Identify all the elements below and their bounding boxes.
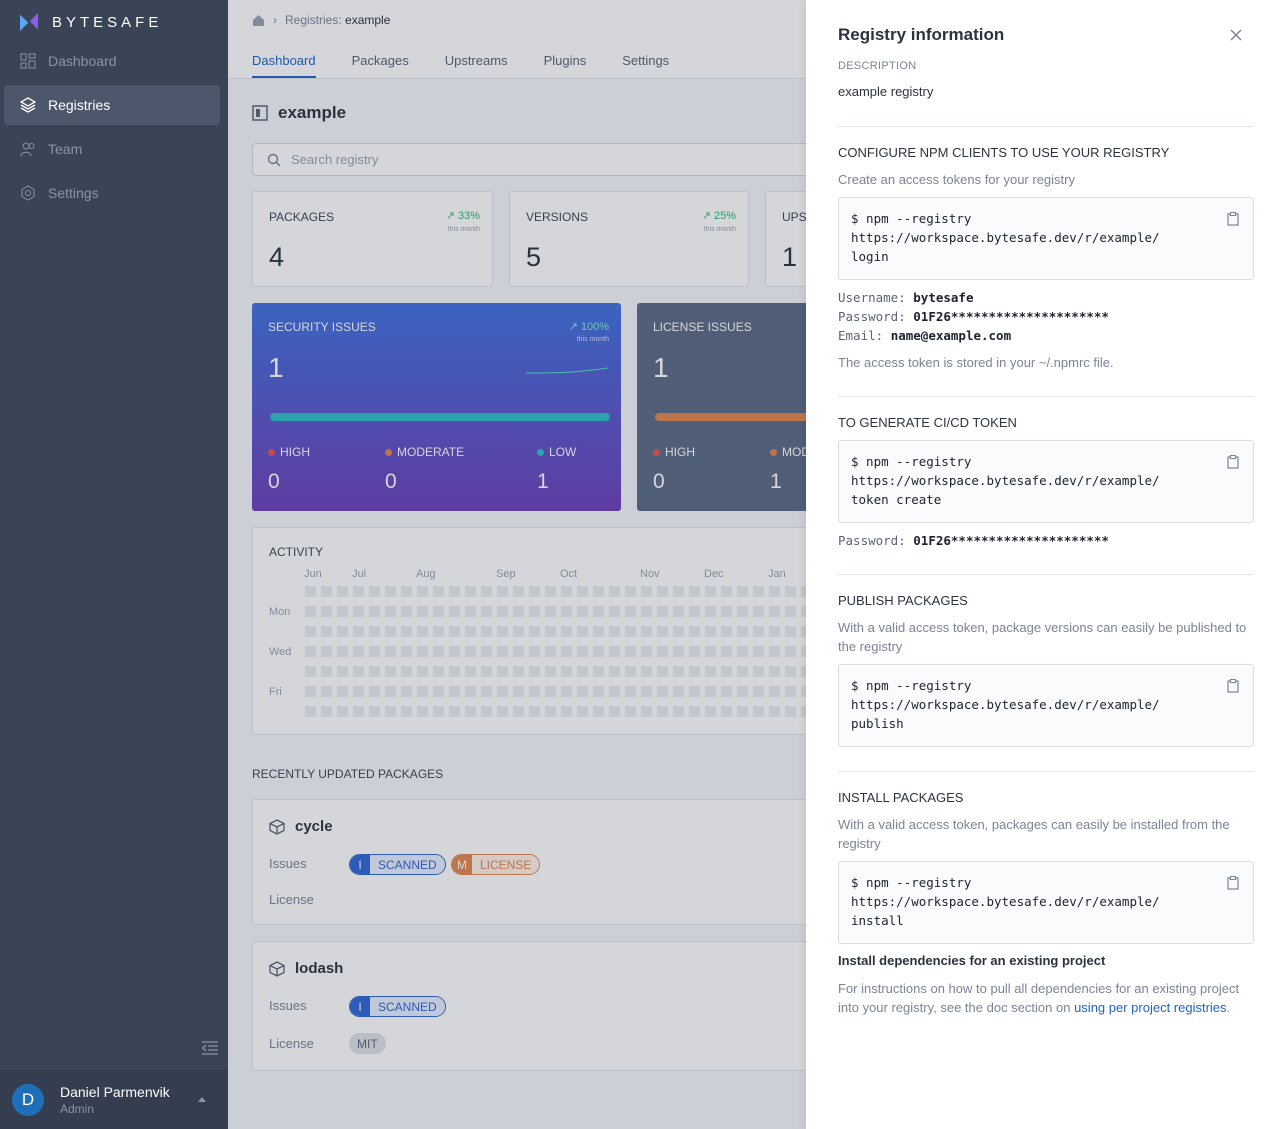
cicd-password-line: Password: 01F26********************* (838, 533, 1109, 548)
per-project-registries-link[interactable]: using per project registries (1074, 1000, 1226, 1015)
install-subtitle: With a valid access token, packages can … (838, 817, 1230, 851)
code-text: $ npm --registry https://workspace.bytes… (851, 875, 1160, 928)
configure-heading: CONFIGURE NPM CLIENTS TO USE YOUR REGIST… (838, 145, 1170, 160)
publish-heading: PUBLISH PACKAGES (838, 593, 968, 608)
configure-subtitle: Create an access tokens for your registr… (838, 172, 1075, 187)
username-line: Username: bytesafe (838, 290, 973, 305)
sidebar: BYTESAFE Dashboard Registries Team Setti… (0, 0, 228, 1129)
registry-info-drawer: Registry information DESCRIPTION example… (806, 0, 1280, 1129)
bytesafe-logo-icon (19, 12, 39, 32)
username-label: Username: (838, 290, 906, 305)
email-value: name@example.com (890, 328, 1012, 343)
avatar: D (12, 1083, 44, 1116)
publish-code-block: $ npm --registry https://workspace.bytes… (838, 664, 1254, 747)
team-icon (20, 142, 35, 157)
brand-name: BYTESAFE (52, 13, 163, 31)
sidebar-item-registries[interactable]: Registries (4, 85, 220, 125)
cicd-heading: TO GENERATE CI/CD TOKEN (838, 415, 1017, 430)
publish-subtitle: With a valid access token, package versi… (838, 620, 1247, 654)
password-label: Password: (838, 533, 906, 548)
description-caption: DESCRIPTION (838, 60, 917, 72)
sidebar-item-dashboard[interactable]: Dashboard (4, 41, 220, 81)
user-name: Daniel Parmenvik (60, 1083, 170, 1100)
install-heading: INSTALL PACKAGES (838, 790, 964, 805)
code-text: $ npm --registry https://workspace.bytes… (851, 211, 1160, 264)
collapse-sidebar-icon[interactable] (201, 1040, 219, 1056)
token-code-block: $ npm --registry https://workspace.bytes… (838, 440, 1254, 523)
user-role: Admin (60, 1101, 95, 1116)
gear-icon (21, 185, 35, 201)
divider (838, 396, 1254, 397)
code-text: $ npm --registry https://workspace.bytes… (851, 678, 1160, 731)
divider (838, 771, 1254, 772)
sidebar-nav: Dashboard Registries Team Settings (4, 41, 220, 217)
email-label: Email: (838, 328, 884, 343)
email-line: Email: name@example.com (838, 328, 1011, 343)
description-text: example registry (838, 84, 934, 99)
password-value: 01F26********************* (913, 533, 1109, 548)
caret-up-icon[interactable] (198, 1097, 206, 1102)
clipboard-icon[interactable] (1227, 212, 1239, 226)
sidebar-item-settings[interactable]: Settings (4, 173, 220, 213)
sidebar-item-label: Registries (48, 97, 111, 113)
username-value: bytesafe (913, 290, 974, 305)
clipboard-icon[interactable] (1227, 679, 1239, 693)
divider (838, 126, 1254, 127)
code-text: $ npm --registry https://workspace.bytes… (851, 454, 1160, 507)
password-label: Password: (838, 309, 906, 324)
drawer-title: Registry information (838, 25, 1005, 44)
sidebar-item-team[interactable]: Team (4, 129, 220, 169)
npmrc-note: The access token is stored in your ~/.np… (838, 355, 1114, 370)
existing-project-title: Install dependencies for an existing pro… (838, 953, 1106, 968)
sidebar-item-label: Team (48, 141, 83, 157)
existing-project-end: . (1226, 1000, 1231, 1015)
layers-icon (20, 97, 36, 113)
install-code-block: $ npm --registry https://workspace.bytes… (838, 861, 1254, 944)
brand-logo[interactable]: BYTESAFE (18, 10, 162, 34)
sidebar-item-label: Dashboard (48, 53, 117, 69)
close-icon[interactable] (1228, 27, 1244, 43)
dashboard-icon (20, 53, 36, 69)
password-line: Password: 01F26********************* (838, 309, 1109, 324)
user-menu[interactable]: D Daniel Parmenvik Admin (0, 1070, 228, 1129)
existing-project-text: For instructions on how to pull all depe… (838, 979, 1254, 1017)
divider (838, 574, 1254, 575)
clipboard-icon[interactable] (1227, 455, 1239, 469)
clipboard-icon[interactable] (1227, 876, 1239, 890)
sidebar-item-label: Settings (48, 185, 99, 201)
login-code-block: $ npm --registry https://workspace.bytes… (838, 197, 1254, 280)
password-value: 01F26********************* (913, 309, 1109, 324)
